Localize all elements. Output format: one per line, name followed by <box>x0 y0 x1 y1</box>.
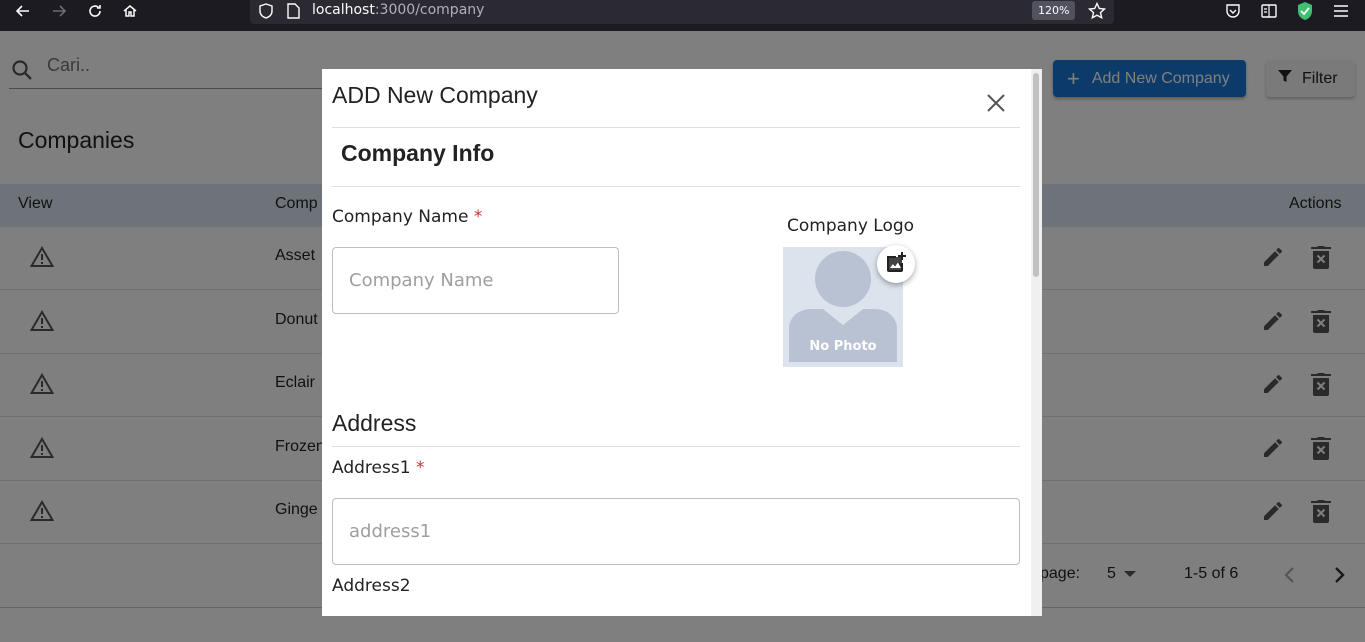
company-name-label-text: Company Name <box>332 207 469 227</box>
browser-toolbar: localhost:3000/company 120% <box>0 0 1365 31</box>
scrollbar-thumb[interactable] <box>1033 73 1039 277</box>
required-mark: * <box>473 207 483 227</box>
home-icon[interactable] <box>116 0 144 22</box>
url-text[interactable]: localhost:3000/company <box>312 2 484 18</box>
divider <box>332 186 1020 187</box>
page-icon <box>286 3 300 23</box>
address2-label: Address2 <box>332 576 411 596</box>
menu-icon[interactable] <box>1333 3 1349 22</box>
add-company-dialog: ADD New Company Company Info Company Nam… <box>322 69 1042 616</box>
add-photo-icon <box>884 250 908 278</box>
company-name-label: Company Name * <box>332 207 482 227</box>
extension-shield-icon[interactable] <box>1296 1 1314 25</box>
zoom-badge[interactable]: 120% <box>1032 1 1076 20</box>
address1-label-text: Address1 <box>332 458 411 478</box>
close-icon[interactable] <box>984 91 1008 115</box>
dialog-scrollbar[interactable] <box>1031 69 1042 616</box>
divider <box>332 127 1020 128</box>
shield-icon[interactable] <box>258 3 274 23</box>
reader-view-icon[interactable] <box>1260 2 1278 24</box>
add-photo-button[interactable] <box>877 245 915 283</box>
address1-input[interactable] <box>332 498 1020 565</box>
bookmark-star-icon[interactable] <box>1087 1 1107 24</box>
no-photo-caption: No Photo <box>809 339 877 354</box>
pocket-icon[interactable] <box>1224 2 1242 24</box>
url-bar[interactable]: localhost:3000/company 120% <box>250 0 1114 24</box>
section-title: Company Info <box>341 140 495 166</box>
address1-label: Address1 * <box>332 458 424 478</box>
back-icon[interactable] <box>9 0 37 22</box>
company-logo-label: Company Logo <box>787 216 915 236</box>
divider <box>332 446 1020 447</box>
required-mark: * <box>415 458 425 478</box>
company-name-input[interactable] <box>332 247 619 314</box>
forward-icon[interactable] <box>45 0 73 22</box>
reload-icon[interactable] <box>81 0 109 22</box>
dialog-title: ADD New Company <box>332 82 538 108</box>
address-section-title: Address <box>332 410 417 436</box>
